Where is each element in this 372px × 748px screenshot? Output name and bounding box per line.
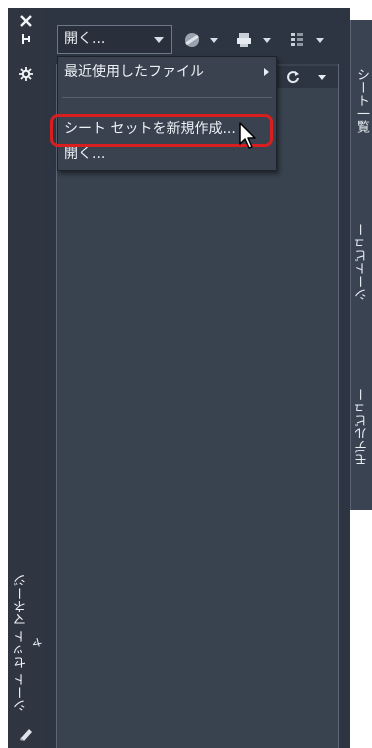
close-icon[interactable]	[8, 12, 44, 28]
tab-sheet-list-label: シート一覧	[354, 67, 369, 133]
chevron-down-icon	[263, 38, 271, 43]
tab-model-views-label: モデルビュー	[355, 388, 370, 467]
sheetset-properties-button[interactable]	[180, 28, 224, 52]
menu-item-recent-files-label: 最近使用したファイル	[64, 64, 204, 80]
menu-item-recent-files[interactable]: 最近使用したファイル	[58, 61, 276, 83]
open-dropdown[interactable]: 開く...	[57, 25, 172, 54]
sheet-set-icon	[8, 726, 44, 744]
chevron-right-icon	[264, 68, 269, 76]
view-options-button[interactable]	[286, 28, 330, 52]
view-options-icon	[291, 33, 303, 46]
publish-button[interactable]	[233, 28, 277, 52]
tab-sheet-views-label: シートビュー	[355, 223, 370, 302]
chevron-down-icon[interactable]	[318, 75, 326, 80]
tab-sheet-list[interactable]: シート一覧	[350, 20, 372, 180]
open-dropdown-value: 開く...	[64, 31, 106, 47]
pin-icon[interactable]	[8, 30, 44, 46]
tab-sheet-views[interactable]: シートビュー	[350, 180, 372, 345]
menu-item-open-label: 開く...	[64, 146, 106, 162]
chevron-down-icon	[316, 38, 324, 43]
mouse-cursor-icon	[239, 122, 256, 149]
tab-model-views[interactable]: モデルビュー	[350, 345, 372, 510]
palette-title: シート セット マネージャ	[14, 573, 48, 713]
sheetset-properties-icon	[185, 33, 199, 47]
list-toolbar	[272, 66, 338, 88]
chevron-down-icon	[210, 38, 218, 43]
publish-icon	[237, 33, 251, 47]
gear-icon[interactable]	[8, 66, 44, 82]
chevron-down-icon	[154, 37, 164, 43]
refresh-icon[interactable]	[286, 70, 300, 84]
menu-separator	[62, 97, 272, 98]
palette-title-strip: シート セット マネージャ	[8, 8, 48, 748]
